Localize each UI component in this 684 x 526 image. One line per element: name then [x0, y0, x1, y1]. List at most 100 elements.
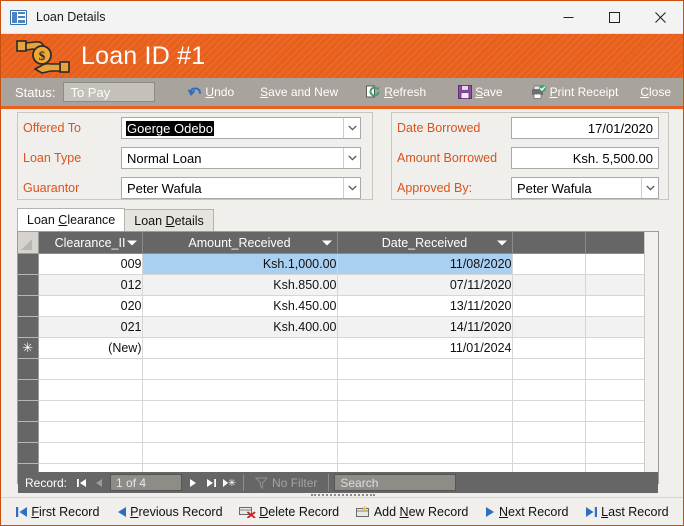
offered-to-label: Offered To — [23, 121, 81, 135]
approved-by-combobox[interactable]: Peter Wafula — [511, 177, 659, 199]
save-and-new-label: Save and New — [260, 85, 339, 99]
cell-date-received[interactable]: 14/11/2020 — [337, 316, 513, 338]
save-button[interactable]: Save — [452, 80, 508, 104]
add-new-record-label: Add New Record — [373, 504, 469, 519]
delete-record-button[interactable]: Delete Record — [235, 501, 343, 523]
undo-arrow-icon — [188, 86, 202, 99]
table-row[interactable]: 021 Ksh.400.00 14/11/2020 — [18, 316, 658, 338]
filter-button[interactable]: No Filter — [249, 476, 323, 490]
cell-empty-1[interactable] — [512, 337, 586, 359]
column-label: Amount_Received — [188, 235, 291, 250]
close-button[interactable]: Close — [634, 80, 677, 104]
table-row[interactable]: 012 Ksh.850.00 07/11/2020 — [18, 274, 658, 296]
first-record-icon[interactable] — [72, 473, 90, 492]
cell-amount-received[interactable]: Ksh.450.00 — [142, 295, 338, 317]
previous-record-icon[interactable] — [90, 473, 108, 492]
datasheet-scrollbar[interactable] — [644, 232, 658, 483]
refresh-button[interactable]: Refresh — [360, 80, 432, 104]
next-record-icon[interactable] — [184, 473, 202, 492]
guarantor-combobox[interactable]: Peter Wafula — [121, 177, 361, 199]
close-icon[interactable] — [637, 1, 683, 33]
add-new-record-button[interactable]: Add New Record — [352, 501, 473, 523]
column-header-amount-received[interactable]: Amount_Received — [142, 232, 338, 254]
row-selector[interactable] — [18, 295, 39, 317]
save-floppy-icon — [458, 85, 473, 99]
tab-loan-clearance[interactable]: Loan Clearance — [17, 208, 126, 232]
cell-empty — [38, 358, 143, 380]
filter-icon — [255, 476, 269, 489]
tab-loan-clearance-label: Loan Clearance — [27, 213, 116, 227]
field-guarantor: Guarantor Peter Wafula — [23, 177, 361, 199]
table-row[interactable]: 009 Ksh.1,000.00 11/08/2020 — [18, 253, 658, 275]
cell-empty-1[interactable] — [512, 274, 586, 296]
print-receipt-button[interactable]: Print Receipt — [525, 80, 625, 104]
amount-borrowed-label: Amount Borrowed — [397, 151, 498, 165]
table-row-empty — [18, 358, 658, 380]
chevron-down-icon[interactable] — [321, 240, 332, 245]
cell-clearance-id[interactable]: 020 — [38, 295, 143, 317]
cell-amount-received[interactable]: Ksh.850.00 — [142, 274, 338, 296]
chevron-down-icon[interactable] — [343, 148, 360, 168]
new-record-icon[interactable]: ✳ — [220, 473, 238, 492]
cell-clearance-id[interactable]: (New) — [38, 337, 143, 359]
loan-type-combobox[interactable]: Normal Loan — [121, 147, 361, 169]
save-and-new-button[interactable]: Save and New — [254, 80, 344, 104]
field-loan-type: Loan Type Normal Loan — [23, 147, 361, 169]
chevron-down-icon[interactable] — [343, 178, 360, 198]
row-selector[interactable] — [18, 316, 39, 338]
table-body: 009 Ksh.1,000.00 11/08/2020 012 Ksh.850.… — [18, 253, 658, 483]
previous-record-button[interactable]: Previous Record — [112, 501, 226, 523]
cell-empty — [142, 400, 338, 422]
cell-empty — [38, 442, 143, 464]
search-input[interactable]: Search — [334, 474, 457, 491]
cell-clearance-id[interactable]: 009 — [38, 253, 143, 275]
last-record-icon[interactable] — [202, 473, 220, 492]
last-record-button[interactable]: Last Record — [581, 501, 672, 523]
select-all-corner[interactable] — [18, 232, 39, 254]
date-borrowed-input[interactable]: 17/01/2020 — [511, 117, 659, 139]
cell-empty-1[interactable] — [512, 253, 586, 275]
table-row[interactable]: 020 Ksh.450.00 13/11/2020 — [18, 295, 658, 317]
column-header-clearance-id[interactable]: Clearance_II — [38, 232, 143, 254]
amount-borrowed-input[interactable]: Ksh. 5,500.00 — [511, 147, 659, 169]
cell-empty-1[interactable] — [512, 295, 586, 317]
cell-amount-received[interactable] — [142, 337, 338, 359]
save-label: Save — [475, 85, 503, 99]
cell-date-received[interactable]: 11/08/2020 — [337, 253, 513, 275]
chevron-down-icon[interactable] — [496, 240, 507, 245]
chevron-down-icon[interactable] — [641, 178, 658, 198]
column-header-date-received[interactable]: Date_Received — [337, 232, 513, 254]
guarantor-label: Guarantor — [23, 181, 80, 195]
next-record-button[interactable]: Next Record — [481, 501, 572, 523]
row-selector[interactable] — [18, 253, 39, 275]
first-record-button[interactable]: First Record — [11, 501, 103, 523]
cell-empty — [512, 358, 586, 380]
tab-strip: Loan Clearance Loan Details — [17, 208, 659, 232]
undo-button[interactable]: Undo — [182, 80, 240, 104]
cell-clearance-id[interactable]: 012 — [38, 274, 143, 296]
record-position-input[interactable]: 1 of 4 — [110, 474, 183, 491]
offered-to-combobox[interactable]: Goerge Odebo — [121, 117, 361, 139]
column-header-empty-1[interactable] — [512, 232, 586, 254]
maximize-icon[interactable] — [591, 1, 637, 33]
cell-date-received[interactable]: 07/11/2020 — [337, 274, 513, 296]
table-row-empty — [18, 400, 658, 422]
chevron-down-icon[interactable] — [343, 118, 360, 138]
chevron-down-icon[interactable] — [126, 240, 137, 245]
guarantor-value: Peter Wafula — [127, 180, 202, 196]
cell-empty-1[interactable] — [512, 316, 586, 338]
tab-loan-details[interactable]: Loan Details — [124, 209, 214, 232]
row-selector — [18, 400, 39, 422]
new-record-marker[interactable]: ✳ — [18, 337, 39, 359]
table-row-new[interactable]: ✳ (New) 11/01/2024 — [18, 337, 658, 359]
minimize-icon[interactable] — [545, 1, 591, 33]
cell-date-received[interactable]: 13/11/2020 — [337, 295, 513, 317]
cell-amount-received[interactable]: Ksh.400.00 — [142, 316, 338, 338]
cell-amount-received[interactable]: Ksh.1,000.00 — [142, 253, 338, 275]
row-selector[interactable] — [18, 274, 39, 296]
last-record-icon — [585, 506, 598, 518]
first-record-label: First Record — [31, 504, 100, 519]
svg-text:✳: ✳ — [227, 478, 235, 488]
cell-date-received[interactable]: 11/01/2024 — [337, 337, 513, 359]
cell-clearance-id[interactable]: 021 — [38, 316, 143, 338]
